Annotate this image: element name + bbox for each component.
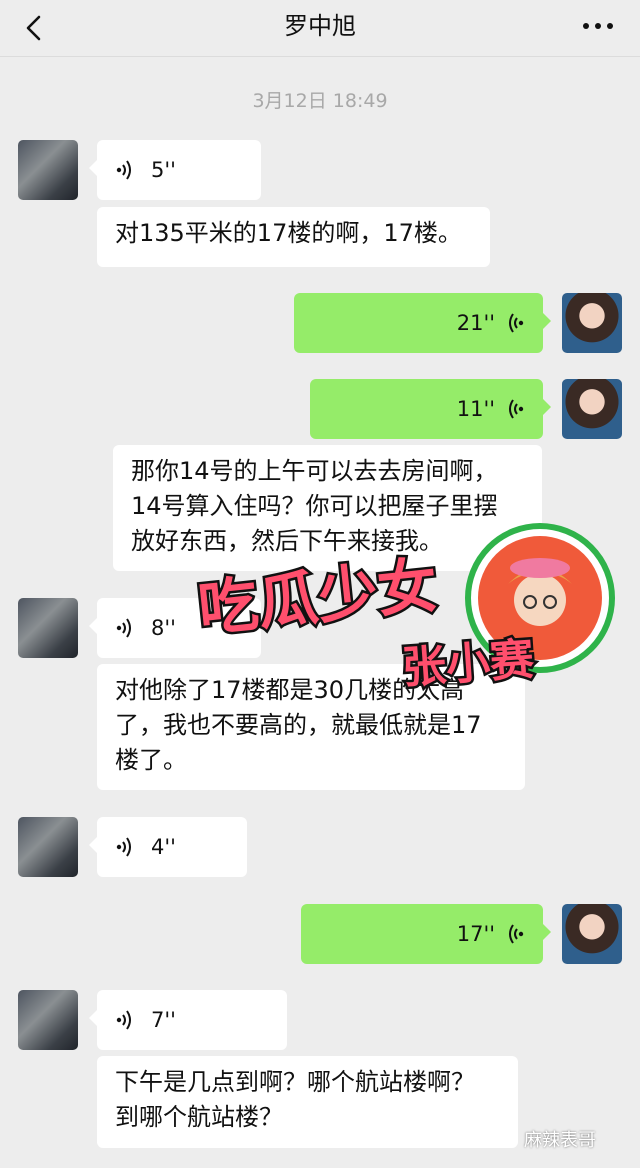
voice-message[interactable]: 8'' — [89, 598, 261, 658]
voice-message[interactable]: 17'' — [301, 904, 551, 964]
voice-message[interactable]: 5'' — [89, 140, 261, 200]
chevron-left-icon[interactable] — [22, 14, 46, 42]
voice-duration: 17'' — [456, 921, 495, 946]
voice-message[interactable]: 21'' — [294, 293, 551, 353]
message-text: 那你14号的上午可以去去房间啊， 14号算入住吗？你可以把屋子里摆 放好东西，然… — [131, 457, 498, 555]
chat-timestamp: 3月12日 18:49 — [252, 90, 388, 112]
text-message[interactable]: 下午是几点到啊？哪个航站楼啊？ 到哪个航站楼？ — [97, 1056, 518, 1148]
text-message[interactable]: 对他除了17楼都是30几楼的太高 了，我也不要高的，就最低就是17 楼了。 — [97, 664, 525, 790]
my-avatar[interactable] — [562, 904, 622, 964]
voice-wave-icon — [116, 160, 131, 180]
voice-duration: 11'' — [456, 396, 495, 421]
more-dots-icon[interactable] — [580, 14, 616, 38]
voice-wave-icon — [116, 837, 131, 857]
voice-duration: 21'' — [456, 310, 495, 335]
voice-message[interactable]: 7'' — [89, 990, 287, 1050]
message-text: 下午是几点到啊？哪个航站楼啊？ 到哪个航站楼？ — [115, 1068, 475, 1131]
source-watermark: 麻辣表哥 — [524, 1130, 596, 1151]
voice-wave-icon — [509, 924, 524, 944]
voice-duration: 4'' — [151, 834, 176, 859]
message-text: 对135平米的17楼的啊，17楼。 — [115, 219, 462, 247]
voice-duration: 7'' — [151, 1007, 176, 1032]
contact-avatar[interactable] — [18, 817, 78, 877]
contact-avatar[interactable] — [18, 598, 78, 658]
voice-wave-icon — [116, 618, 131, 638]
voice-wave-icon — [509, 313, 524, 333]
my-avatar[interactable] — [562, 379, 622, 439]
voice-duration: 8'' — [151, 615, 176, 640]
contact-avatar[interactable] — [18, 140, 78, 200]
voice-wave-icon — [509, 399, 524, 419]
chat-title: 罗中旭 — [284, 12, 356, 40]
message-text: 对他除了17楼都是30几楼的太高 了，我也不要高的，就最低就是17 楼了。 — [115, 676, 482, 774]
contact-avatar[interactable] — [18, 990, 78, 1050]
voice-wave-icon — [116, 1010, 131, 1030]
voice-message[interactable]: 11'' — [310, 379, 551, 439]
cartoon-face-icon — [514, 574, 566, 626]
text-message[interactable]: 那你14号的上午可以去去房间啊， 14号算入住吗？你可以把屋子里摆 放好东西，然… — [113, 445, 542, 571]
text-message[interactable]: 对135平米的17楼的啊，17楼。 — [97, 207, 490, 267]
my-avatar[interactable] — [562, 293, 622, 353]
voice-message[interactable]: 4'' — [89, 817, 247, 877]
voice-duration: 5'' — [151, 157, 176, 182]
top-bar: 罗中旭 — [0, 0, 640, 57]
